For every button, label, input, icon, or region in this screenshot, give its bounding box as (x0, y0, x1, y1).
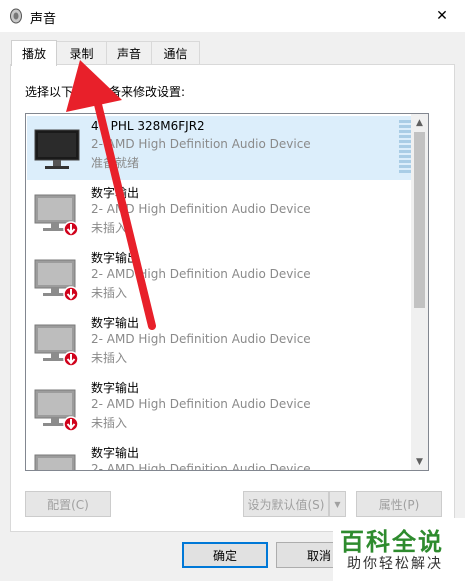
configure-button[interactable]: 配置(C) (25, 491, 111, 517)
device-status: 未插入 (91, 286, 128, 300)
device-item[interactable]: 数字输出 2- AMD High Definition Audio Device… (27, 376, 419, 440)
tab-sounds[interactable]: 声音 (106, 41, 152, 65)
device-list-scrollbar[interactable]: ▲ ▼ (411, 114, 428, 470)
device-description: 2- AMD High Definition Audio Device (91, 462, 311, 471)
scroll-up-icon[interactable]: ▲ (411, 114, 428, 131)
device-status: 未插入 (91, 351, 128, 365)
device-name: 数字输出 (91, 316, 140, 330)
device-description: 2- AMD High Definition Audio Device (91, 267, 311, 281)
tab-communications-label: 通信 (163, 47, 188, 61)
tab-playback[interactable]: 播放 (11, 40, 57, 66)
scroll-down-icon[interactable]: ▼ (411, 453, 428, 470)
window-title: 声音 (30, 12, 57, 27)
speaker-icon (10, 8, 22, 24)
device-item[interactable]: 数字输出 2- AMD High Definition Audio Device… (27, 181, 419, 245)
device-item[interactable]: 数字输出 2- AMD High Definition Audio Device… (27, 311, 419, 375)
device-name: 数字输出 (91, 251, 140, 265)
close-button[interactable]: ✕ (419, 0, 465, 32)
monitor-unplugged-icon (34, 454, 76, 470)
watermark-brand: 百科全说 (340, 528, 444, 556)
device-list[interactable]: 4 - PHL 328M6FJR2 2- AMD High Definition… (25, 113, 429, 471)
monitor-icon (34, 129, 80, 169)
watermark-slogan: 助你轻松解决 (347, 556, 443, 572)
device-name: 数字输出 (91, 381, 140, 395)
monitor-unplugged-icon (34, 194, 79, 237)
sound-dialog: 声音 ✕ 播放 录制 声音 通信 选择以下播放设备来修改设置: 4 - PHL … (0, 0, 465, 581)
device-name: 数字输出 (91, 186, 140, 200)
configure-button-label: 配置(C) (47, 497, 89, 512)
device-description: 2- AMD High Definition Audio Device (91, 137, 311, 151)
device-item[interactable]: 数字输出 2- AMD High Definition Audio Device (27, 441, 419, 471)
monitor-unplugged-icon (34, 259, 79, 302)
set-default-button[interactable]: 设为默认值(S) (243, 491, 329, 517)
instruction-text: 选择以下播放设备来修改设置: (25, 85, 186, 99)
device-status: 未插入 (91, 221, 128, 235)
device-name: 数字输出 (91, 446, 140, 460)
tab-playback-label: 播放 (21, 47, 46, 61)
scrollbar-thumb[interactable] (414, 132, 425, 308)
monitor-unplugged-icon (34, 389, 79, 432)
playback-panel: 选择以下播放设备来修改设置: 4 - PHL 328M6FJR2 2- AMD … (10, 64, 455, 532)
device-status: 准备就绪 (91, 156, 140, 170)
cancel-button-label: 取消 (306, 548, 331, 563)
ok-button-label: 确定 (212, 548, 237, 563)
device-status: 未插入 (91, 416, 128, 430)
tab-recording-label: 录制 (69, 47, 94, 61)
watermark: 百科全说 助你轻松解决 (333, 518, 465, 581)
set-default-dropdown[interactable]: ▼ (329, 491, 346, 517)
device-item[interactable]: 数字输出 2- AMD High Definition Audio Device… (27, 246, 419, 310)
device-description: 2- AMD High Definition Audio Device (91, 332, 311, 346)
tab-sounds-label: 声音 (116, 47, 141, 61)
monitor-unplugged-icon (34, 324, 79, 367)
tab-recording[interactable]: 录制 (56, 41, 107, 65)
device-description: 2- AMD High Definition Audio Device (91, 202, 311, 216)
title-bar: 声音 ✕ (0, 0, 465, 32)
device-description: 2- AMD High Definition Audio Device (91, 397, 311, 411)
chevron-down-icon: ▼ (334, 499, 341, 509)
tab-communications[interactable]: 通信 (151, 41, 200, 65)
set-default-button-label: 设为默认值(S) (247, 497, 325, 512)
close-icon: ✕ (436, 8, 448, 24)
device-item[interactable]: 4 - PHL 328M6FJR2 2- AMD High Definition… (27, 116, 419, 180)
device-name: 4 - PHL 328M6FJR2 (91, 119, 205, 133)
properties-button-label: 属性(P) (378, 497, 420, 512)
properties-button[interactable]: 属性(P) (356, 491, 442, 517)
ok-button[interactable]: 确定 (182, 542, 268, 568)
